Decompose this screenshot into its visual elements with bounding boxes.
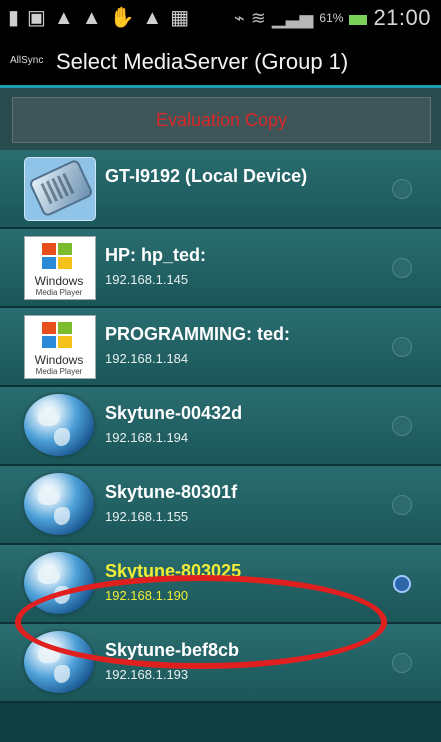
image-icon: ▦ — [170, 7, 190, 29]
warning-icon: ▲ — [81, 7, 102, 29]
radio-button[interactable] — [392, 495, 412, 515]
warning-icon: ▲ — [53, 7, 74, 29]
server-ip: 192.168.1.155 — [105, 509, 189, 524]
page-title: Select MediaServer (Group 1) — [56, 49, 349, 74]
media-server-item[interactable]: Windows Media Player HP: hp_ted: 192.168… — [0, 229, 441, 308]
wifi-icon: ≋ — [250, 8, 266, 28]
evaluation-banner-area: Evaluation Copy — [0, 88, 441, 150]
notification-icons: ▮ ▣ ▲ ▲ ✋ ▲ ▦ — [8, 7, 189, 29]
title-bar: AllSync Select MediaServer (Group 1) — [0, 36, 441, 88]
clock: 21:00 — [373, 5, 431, 30]
windows-media-player-icon: Windows Media Player — [24, 236, 96, 300]
globe-icon — [24, 631, 94, 693]
radio-button[interactable] — [392, 179, 412, 199]
battery-percent: 61% — [319, 11, 344, 25]
globe-icon — [24, 552, 94, 614]
media-server-item[interactable]: GT-I9192 (Local Device) — [0, 150, 441, 229]
server-name: Skytune-80301f — [105, 482, 238, 502]
radio-button-selected[interactable] — [393, 575, 411, 593]
server-ip: 192.168.1.190 — [105, 588, 189, 603]
server-ip: 192.168.1.194 — [105, 430, 189, 445]
media-server-item[interactable]: Skytune-80301f 192.168.1.155 — [0, 466, 441, 545]
media-server-list: GT-I9192 (Local Device) Windows Media Pl… — [0, 150, 441, 703]
phone-icon — [24, 157, 96, 221]
media-server-item[interactable]: Windows Media Player PROGRAMMING: ted: 1… — [0, 308, 441, 387]
server-name: HP: hp_ted: — [105, 245, 206, 265]
server-ip: 192.168.1.145 — [105, 272, 189, 287]
media-server-item[interactable]: Skytune-00432d 192.168.1.194 — [0, 387, 441, 466]
warning-icon: ▲ — [142, 7, 163, 29]
radio-button[interactable] — [392, 337, 412, 357]
system-icons: ⌁ ≋ ▁▃▅ 61% 21:00 — [234, 7, 431, 29]
sd-card-icon: ▮ — [8, 7, 20, 29]
status-bar: ▮ ▣ ▲ ▲ ✋ ▲ ▦ ⌁ ≋ ▁▃▅ 61% 21:00 — [0, 0, 441, 36]
vibrate-icon: ⌁ — [233, 8, 245, 28]
globe-icon — [24, 394, 94, 456]
radio-button[interactable] — [392, 258, 412, 278]
server-ip: 192.168.1.184 — [105, 351, 189, 366]
signal-icon: ▁▃▅ — [271, 8, 314, 28]
battery-icon — [349, 15, 368, 25]
evaluation-label: Evaluation Copy — [155, 109, 288, 130]
server-ip: 192.168.1.193 — [105, 667, 189, 682]
app-brand-logo: AllSync — [10, 55, 44, 66]
server-name: PROGRAMMING: ted: — [105, 324, 290, 344]
radio-button[interactable] — [392, 416, 412, 436]
windows-media-player-icon: Windows Media Player — [24, 315, 96, 379]
gesture-icon: ✋ — [109, 7, 135, 29]
server-name: Skytune-bef8cb — [105, 640, 240, 660]
server-name: GT-I9192 (Local Device) — [105, 166, 308, 186]
media-server-item-selected[interactable]: Skytune-803025 192.168.1.190 — [0, 545, 441, 624]
server-name: Skytune-00432d — [105, 403, 243, 423]
evaluation-banner[interactable]: Evaluation Copy — [12, 97, 431, 143]
gallery-icon: ▣ — [27, 7, 46, 29]
radio-button[interactable] — [392, 653, 412, 673]
media-server-item[interactable]: Skytune-bef8cb 192.168.1.193 — [0, 624, 441, 703]
server-name: Skytune-803025 — [105, 561, 242, 581]
globe-icon — [24, 473, 94, 535]
